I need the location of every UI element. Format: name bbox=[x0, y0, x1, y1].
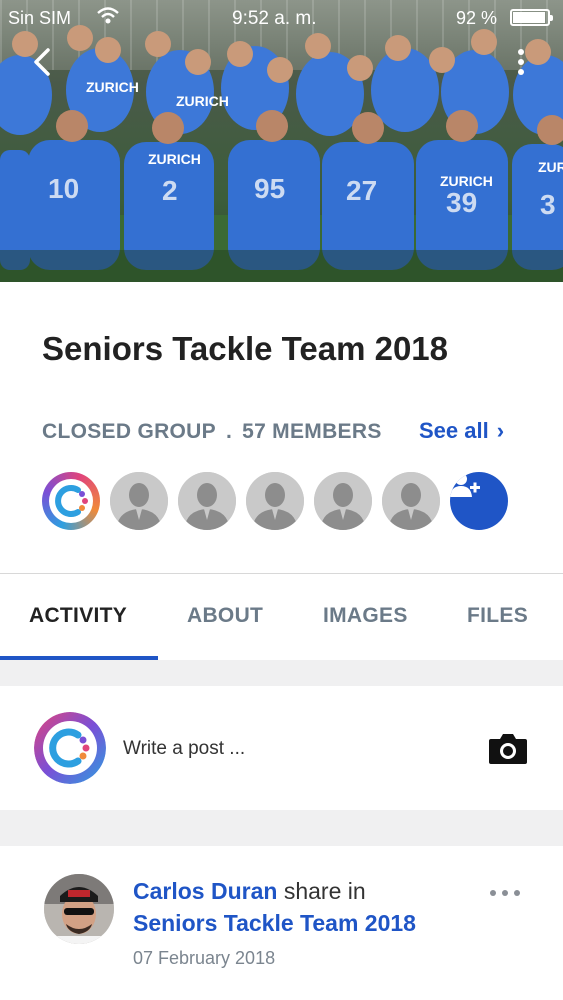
jersey-text: ZURICH bbox=[86, 79, 139, 95]
section-gap bbox=[0, 810, 563, 846]
jersey-number: 27 bbox=[346, 175, 377, 206]
tab-files[interactable]: FILES bbox=[467, 604, 528, 628]
member-avatar[interactable] bbox=[246, 472, 304, 530]
status-bar: Sin SIM 9:52 a. m. 92 % bbox=[0, 0, 563, 36]
user-silhouette-icon bbox=[314, 472, 372, 530]
see-all-label: See all bbox=[419, 418, 489, 443]
battery-percent: 92 % bbox=[456, 8, 498, 28]
meta-separator: . bbox=[225, 420, 233, 443]
author-avatar[interactable] bbox=[44, 874, 114, 944]
cover-photo: ZURICH ZURICH ZURICH ZURICH ZUR 10 2 95 … bbox=[0, 0, 563, 282]
post-group-link[interactable]: Seniors Tackle Team 2018 bbox=[133, 910, 416, 937]
tab-images[interactable]: IMAGES bbox=[323, 604, 408, 628]
tab-about[interactable]: ABOUT bbox=[187, 604, 263, 628]
chevron-right-icon: › bbox=[496, 418, 505, 443]
group-title: Seniors Tackle Team 2018 bbox=[42, 330, 449, 367]
post-date: 07 February 2018 bbox=[133, 948, 276, 968]
clock: 9:52 a. m. bbox=[232, 8, 317, 29]
jersey-number: 95 bbox=[254, 173, 285, 204]
user-silhouette-icon bbox=[382, 472, 440, 530]
member-avatar[interactable] bbox=[382, 472, 440, 530]
add-member-button[interactable] bbox=[450, 472, 508, 530]
post-composer: Write a post ... bbox=[0, 686, 563, 810]
team-photo: ZURICH ZURICH ZURICH ZURICH ZUR 10 2 95 … bbox=[0, 25, 563, 282]
user-silhouette-icon bbox=[110, 472, 168, 530]
group-meta: CLOSED GROUP. 57 MEMBERS bbox=[42, 420, 382, 444]
author-photo bbox=[44, 874, 114, 944]
post-card: Carlos Duran share in Seniors Tackle Tea… bbox=[0, 846, 563, 1000]
jersey-number: 3 bbox=[540, 189, 556, 220]
user-avatar-logo-icon bbox=[34, 712, 106, 784]
app-logo-icon bbox=[49, 479, 93, 523]
camera-icon[interactable] bbox=[488, 730, 528, 766]
jersey-number: 2 bbox=[162, 175, 178, 206]
jersey-number: 39 bbox=[446, 187, 477, 218]
member-avatars bbox=[42, 472, 508, 530]
post-action: share in bbox=[277, 878, 366, 904]
group-privacy: CLOSED GROUP bbox=[42, 420, 216, 443]
user-silhouette-icon bbox=[246, 472, 304, 530]
add-user-icon bbox=[450, 473, 480, 497]
post-header: Carlos Duran share in bbox=[133, 878, 366, 905]
wifi-icon bbox=[97, 7, 119, 24]
user-silhouette-icon bbox=[178, 472, 236, 530]
see-all-link[interactable]: See all › bbox=[419, 418, 504, 444]
battery-icon bbox=[510, 9, 553, 26]
write-post-input[interactable]: Write a post ... bbox=[123, 738, 245, 760]
member-count: 57 MEMBERS bbox=[242, 420, 382, 443]
member-avatar[interactable] bbox=[110, 472, 168, 530]
section-gap bbox=[0, 660, 563, 686]
tab-bar: ACTIVITY ABOUT IMAGES FILES bbox=[0, 574, 563, 660]
author-name[interactable]: Carlos Duran bbox=[133, 878, 277, 904]
jersey-text: ZUR bbox=[538, 159, 563, 175]
more-vertical-icon[interactable] bbox=[512, 46, 530, 78]
jersey-text: ZURICH bbox=[176, 93, 229, 109]
member-avatar[interactable] bbox=[314, 472, 372, 530]
back-chevron-icon[interactable] bbox=[28, 46, 56, 78]
member-avatar[interactable] bbox=[178, 472, 236, 530]
more-horizontal-icon[interactable] bbox=[488, 886, 522, 900]
member-avatar[interactable] bbox=[42, 472, 100, 530]
jersey-number: 10 bbox=[48, 173, 79, 204]
jersey-text: ZURICH bbox=[148, 151, 201, 167]
tab-activity[interactable]: ACTIVITY bbox=[29, 604, 127, 628]
carrier-label: Sin SIM bbox=[8, 8, 72, 28]
